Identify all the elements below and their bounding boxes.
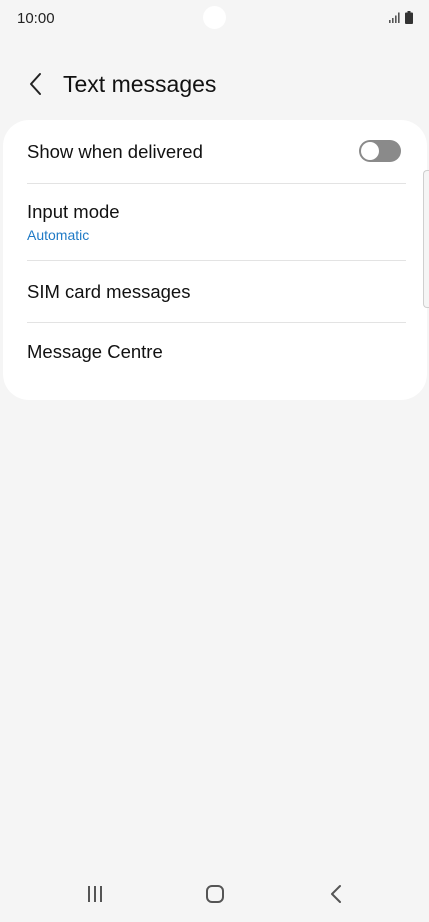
- input-mode-label: Input mode: [27, 201, 120, 222]
- scroll-indicator[interactable]: [423, 170, 429, 308]
- home-button[interactable]: [195, 877, 235, 911]
- toggle-knob: [361, 142, 379, 160]
- battery-icon: [405, 11, 413, 24]
- header: Text messages: [0, 62, 429, 108]
- show-when-delivered-label: Show when delivered: [27, 141, 203, 162]
- sim-card-messages-item[interactable]: SIM card messages: [3, 261, 427, 322]
- back-icon: [331, 885, 341, 903]
- show-when-delivered-toggle[interactable]: [359, 140, 401, 162]
- sim-card-messages-label: SIM card messages: [27, 281, 191, 302]
- back-button[interactable]: [22, 70, 50, 98]
- show-when-delivered-item[interactable]: Show when delivered: [3, 120, 427, 183]
- settings-card: Show when delivered Input mode Automatic…: [3, 120, 427, 400]
- status-icons: [389, 11, 413, 24]
- status-bar: 10:00: [0, 0, 429, 36]
- back-nav-button[interactable]: [316, 877, 356, 911]
- signal-icon: [389, 12, 400, 23]
- recent-apps-icon: [88, 886, 102, 902]
- message-centre-label: Message Centre: [27, 341, 163, 362]
- chevron-left-icon: [30, 73, 41, 95]
- status-time: 10:00: [17, 10, 55, 27]
- message-centre-item[interactable]: Message Centre: [3, 323, 427, 385]
- page-title: Text messages: [63, 71, 217, 97]
- camera-cutout: [203, 6, 226, 29]
- input-mode-value: Automatic: [27, 227, 90, 243]
- navigation-bar: [0, 867, 429, 922]
- recent-apps-button[interactable]: [75, 877, 115, 911]
- input-mode-item[interactable]: Input mode Automatic: [3, 184, 427, 260]
- home-icon: [206, 885, 224, 903]
